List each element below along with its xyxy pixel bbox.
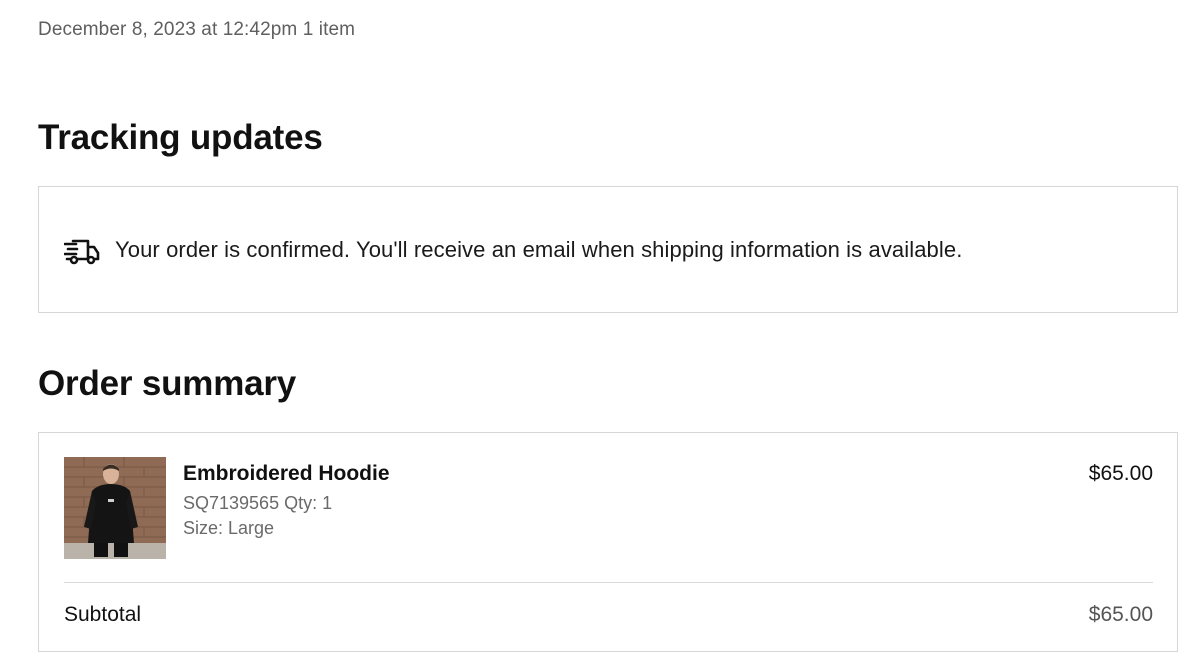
- tracking-card: Your order is confirmed. You'll receive …: [38, 186, 1178, 313]
- product-sku-qty: SQ7139565 Qty: 1: [183, 493, 333, 513]
- product-size: Size: Large: [183, 518, 275, 538]
- order-summary-heading: Order summary: [38, 364, 297, 403]
- product-image[interactable]: [64, 457, 166, 559]
- order-summary-card: Embroidered Hoodie SQ7139565 Qty: 1 Size…: [38, 432, 1178, 652]
- product-name[interactable]: Embroidered Hoodie: [183, 462, 390, 486]
- subtotal-value: $65.00: [1088, 603, 1153, 626]
- tracking-heading: Tracking updates: [38, 118, 323, 157]
- product-price: $65.00: [1088, 462, 1153, 485]
- subtotal-label: Subtotal: [64, 603, 142, 626]
- truck-icon: [63, 238, 100, 266]
- order-meta: December 8, 2023 at 12:42pm 1 item: [38, 19, 356, 40]
- divider: [64, 582, 1153, 583]
- tracking-message: Your order is confirmed. You'll receive …: [115, 237, 963, 262]
